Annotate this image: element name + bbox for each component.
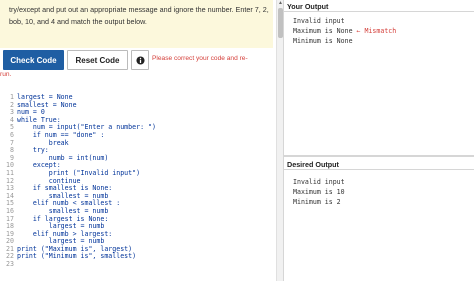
pane-divider[interactable]	[284, 155, 474, 157]
instructions-line-1: try/except and put out an appropriate me…	[9, 5, 269, 14]
code-line[interactable]: 22 print ("Minimum is", smallest)	[4, 253, 156, 261]
output-pane: Your Output Invalid input Maximum is Non…	[283, 0, 474, 281]
code-line[interactable]: 23	[4, 260, 156, 269]
mismatch-marker: ← Mismatch	[356, 27, 397, 35]
desired-output-header: Desired Output	[284, 158, 474, 170]
feedback-message-continued: run.	[0, 71, 12, 78]
check-code-button[interactable]: Check Code	[3, 50, 64, 70]
instructions-panel: try/except and put out an appropriate me…	[0, 0, 273, 40]
your-output-header: Your Output	[284, 0, 474, 12]
desired-output-line-2: Maximum is 10	[293, 188, 345, 196]
your-output-line-2: Maximum is None ← Mismatch	[293, 26, 396, 36]
your-output-title: Your Output	[287, 2, 329, 11]
your-output-max-value: Maximum is None	[293, 27, 353, 35]
code-lines: 1 largest = None 2 smallest = None 3 num = 04…	[4, 93, 156, 269]
desired-output-title: Desired Output	[287, 160, 339, 169]
desired-output-line-1: Invalid input	[293, 178, 345, 186]
info-button[interactable]	[131, 50, 149, 70]
code-text[interactable]: print ("Minimum is", smallest)	[17, 253, 136, 261]
instructions-line-2: bob, 10, and 4 and match the output belo…	[9, 17, 147, 26]
desired-output-box: Invalid input Maximum is 10 Minimum is 2	[284, 171, 474, 281]
editor-pane: try/except and put out an appropriate me…	[0, 0, 282, 281]
your-output-box: Invalid input Maximum is None ← Mismatch…	[284, 12, 474, 154]
feedback-message: Please correct your code and re-	[152, 55, 248, 62]
your-output-line-1: Invalid input	[293, 17, 345, 25]
line-number: 23	[6, 260, 14, 269]
instructions-padding	[0, 40, 273, 48]
scrollbar[interactable]: ▲	[276, 0, 283, 281]
desired-output-line-3: Minimum is 2	[293, 198, 341, 206]
code-editor[interactable]: 1 largest = None 2 smallest = None 3 num = 04…	[0, 83, 280, 281]
reset-code-button[interactable]: Reset Code	[67, 50, 128, 70]
your-output-line-3: Minimum is None	[293, 37, 353, 45]
info-icon	[135, 55, 145, 65]
instructions-text: try/except and put out an appropriate me…	[9, 4, 271, 28]
